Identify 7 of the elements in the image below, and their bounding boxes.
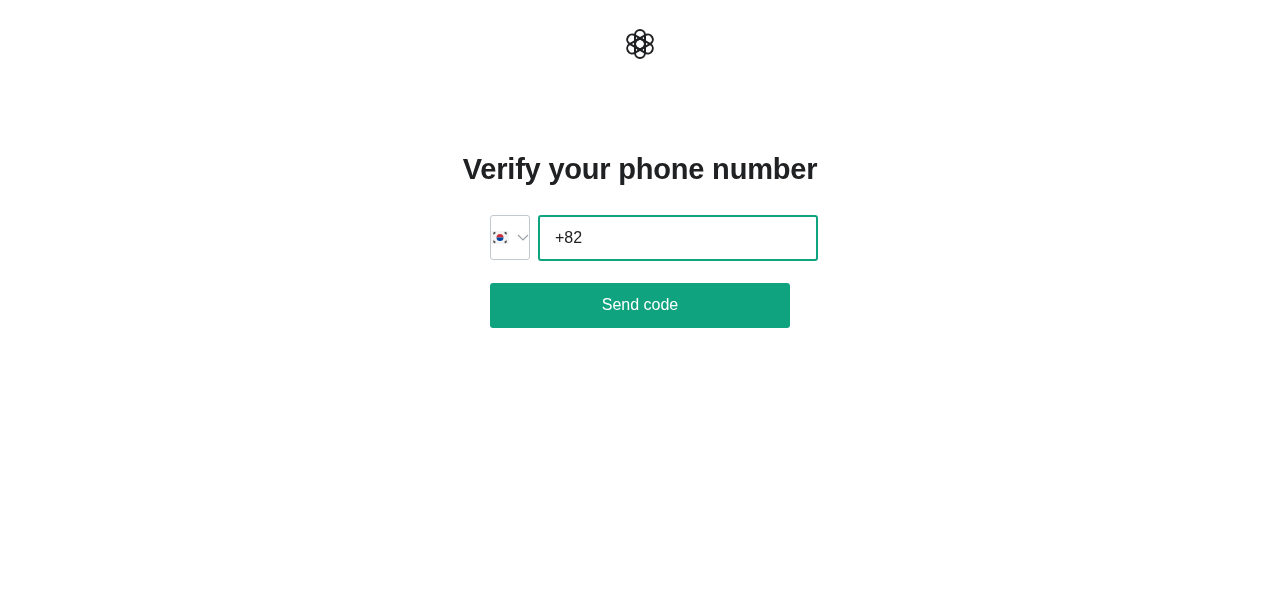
chevron-down-icon [517, 234, 529, 242]
country-select[interactable] [490, 215, 530, 261]
logo-icon [624, 28, 656, 60]
page-title: Verify your phone number [462, 152, 818, 187]
country-code: +82 [555, 227, 583, 248]
phone-input-field[interactable]: +82 [538, 214, 819, 261]
flag-icon [491, 231, 509, 245]
